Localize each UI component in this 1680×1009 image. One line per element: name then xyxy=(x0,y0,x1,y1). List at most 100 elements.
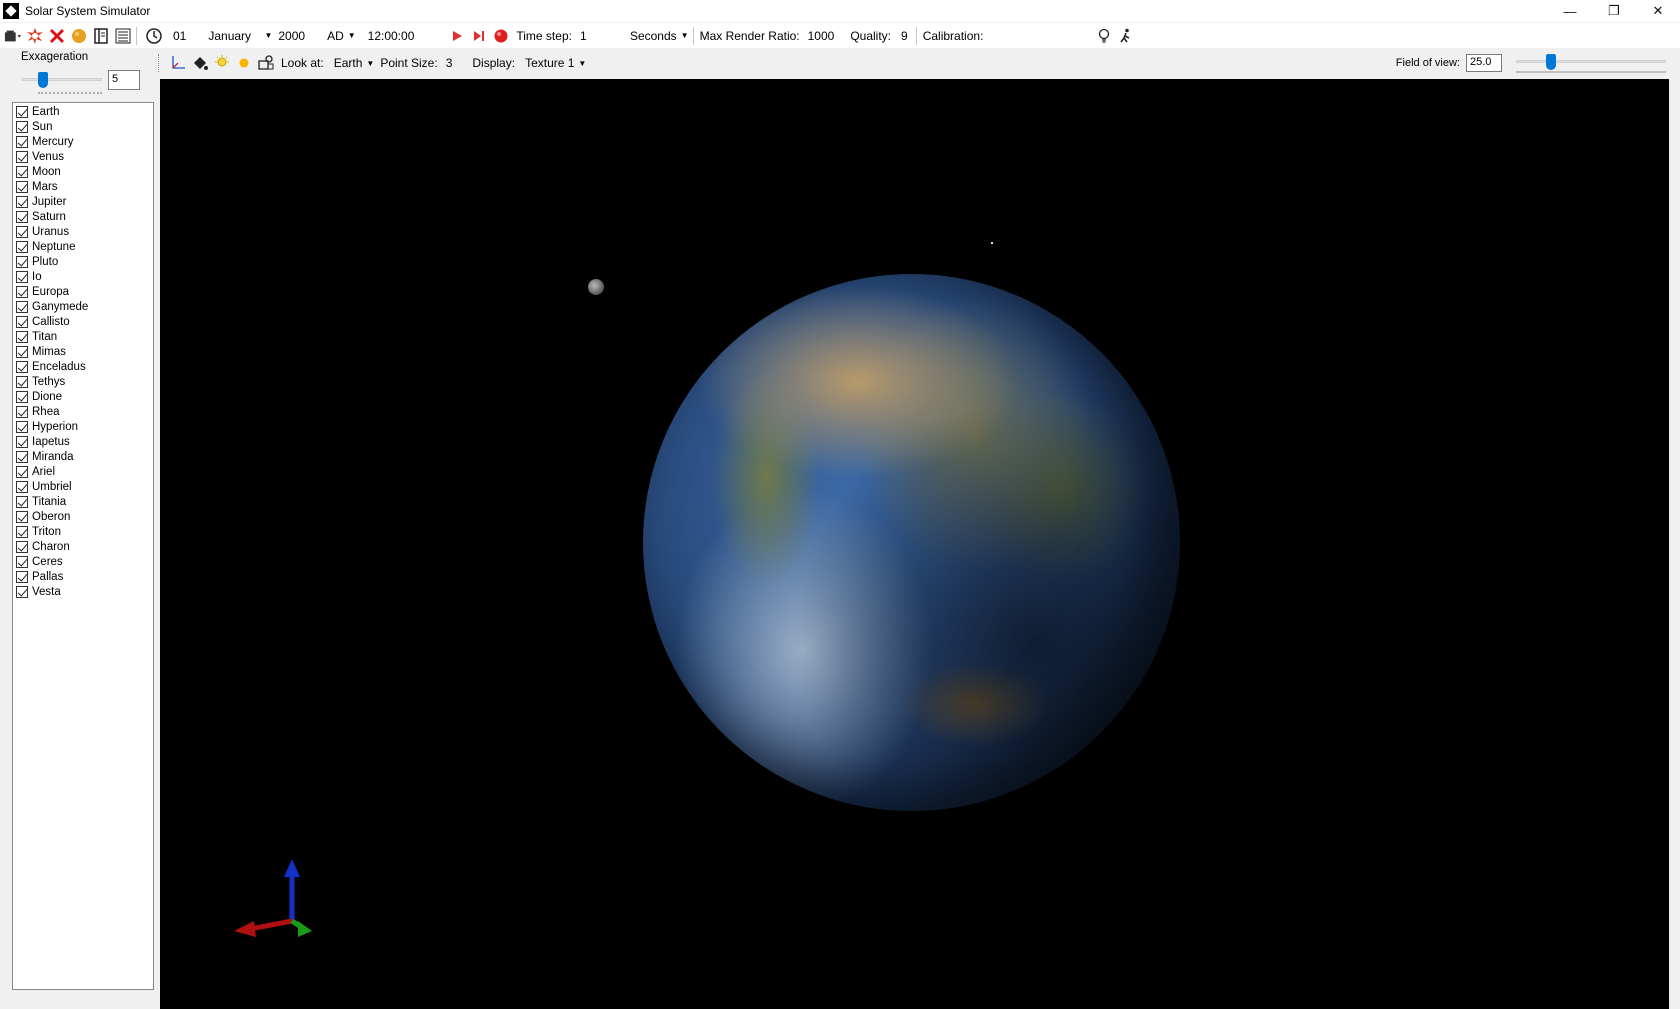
body-checkbox[interactable] xyxy=(16,435,28,448)
slider-thumb[interactable] xyxy=(1546,54,1556,70)
point-size-input[interactable]: 3 xyxy=(446,56,453,70)
light-icon[interactable] xyxy=(213,54,231,72)
minimize-button[interactable]: — xyxy=(1548,0,1592,22)
list-item[interactable]: Pallas xyxy=(13,569,153,584)
list-item[interactable]: Mars xyxy=(13,179,153,194)
3d-viewport[interactable] xyxy=(160,79,1669,1009)
list-item[interactable]: Titan xyxy=(13,329,153,344)
body-checkbox[interactable] xyxy=(16,120,28,133)
play-icon[interactable] xyxy=(448,27,466,45)
list-item[interactable]: Oberon xyxy=(13,509,153,524)
body-checkbox[interactable] xyxy=(16,420,28,433)
body-checkbox[interactable] xyxy=(16,555,28,568)
body-checkbox[interactable] xyxy=(16,300,28,313)
month-dropdown[interactable]: January ▼ xyxy=(208,29,272,43)
body-checkbox[interactable] xyxy=(16,180,28,193)
list-item[interactable]: Neptune xyxy=(13,239,153,254)
body-checkbox[interactable] xyxy=(16,105,28,118)
body-checkbox[interactable] xyxy=(16,225,28,238)
list-item[interactable]: Vesta xyxy=(13,584,153,599)
list-item[interactable]: Jupiter xyxy=(13,194,153,209)
list-item[interactable]: Pluto xyxy=(13,254,153,269)
clock-icon[interactable] xyxy=(145,27,163,45)
list-item[interactable]: Umbriel xyxy=(13,479,153,494)
body-checkbox[interactable] xyxy=(16,495,28,508)
list-item[interactable]: Venus xyxy=(13,149,153,164)
close-window-button[interactable]: ✕ xyxy=(1636,0,1680,22)
camera-target-icon[interactable] xyxy=(257,54,275,72)
display-dropdown[interactable]: Texture 1 ▼ xyxy=(525,56,586,70)
body-checkbox[interactable] xyxy=(16,345,28,358)
list-item[interactable]: Europa xyxy=(13,284,153,299)
body-checkbox[interactable] xyxy=(16,135,28,148)
time-unit-dropdown[interactable]: Seconds ▼ xyxy=(630,29,689,43)
record-icon[interactable] xyxy=(492,27,510,45)
body-checkbox[interactable] xyxy=(16,315,28,328)
body-checkbox[interactable] xyxy=(16,240,28,253)
body-checkbox[interactable] xyxy=(16,360,28,373)
body-checkbox[interactable] xyxy=(16,150,28,163)
body-checkbox[interactable] xyxy=(16,525,28,538)
exaggeration-input[interactable]: 5 xyxy=(108,70,140,90)
toolbar-grip[interactable] xyxy=(158,54,161,72)
open-menu-icon[interactable] xyxy=(4,27,22,45)
walk-icon[interactable] xyxy=(1117,27,1135,45)
list-item[interactable]: Enceladus xyxy=(13,359,153,374)
list-item[interactable]: Ceres xyxy=(13,554,153,569)
list-item[interactable]: Rhea xyxy=(13,404,153,419)
fov-slider[interactable] xyxy=(1516,50,1666,76)
list-item[interactable]: Miranda xyxy=(13,449,153,464)
max-render-ratio-input[interactable]: 1000 xyxy=(808,29,835,43)
sun-icon[interactable] xyxy=(235,54,253,72)
lightbulb-icon[interactable] xyxy=(1095,27,1113,45)
body-checkbox[interactable] xyxy=(16,270,28,283)
moon-sphere[interactable] xyxy=(588,279,604,295)
body-checkbox[interactable] xyxy=(16,480,28,493)
time-step-input[interactable]: 1 xyxy=(580,29,630,43)
list-item[interactable]: Titania xyxy=(13,494,153,509)
list-item[interactable]: Callisto xyxy=(13,314,153,329)
look-at-dropdown[interactable]: Earth ▼ xyxy=(334,56,375,70)
body-checkbox[interactable] xyxy=(16,465,28,478)
list-item[interactable]: Saturn xyxy=(13,209,153,224)
era-dropdown[interactable]: AD ▼ xyxy=(327,29,356,43)
body-checkbox[interactable] xyxy=(16,405,28,418)
time-field[interactable]: 12:00:00 xyxy=(368,29,415,43)
list-item[interactable]: Hyperion xyxy=(13,419,153,434)
list-item[interactable]: Triton xyxy=(13,524,153,539)
list-item[interactable]: Ariel xyxy=(13,464,153,479)
list-item[interactable]: Uranus xyxy=(13,224,153,239)
list-icon[interactable] xyxy=(114,27,132,45)
body-checkbox[interactable] xyxy=(16,285,28,298)
body-checkbox[interactable] xyxy=(16,210,28,223)
earth-globe[interactable] xyxy=(643,274,1180,811)
list-item[interactable]: Iapetus xyxy=(13,434,153,449)
list-item[interactable]: Mercury xyxy=(13,134,153,149)
exaggeration-slider[interactable] xyxy=(22,70,102,96)
body-checkbox[interactable] xyxy=(16,165,28,178)
quality-input[interactable]: 9 xyxy=(901,29,908,43)
body-checkbox[interactable] xyxy=(16,390,28,403)
body-checkbox[interactable] xyxy=(16,255,28,268)
list-item[interactable]: Tethys xyxy=(13,374,153,389)
body-checkbox[interactable] xyxy=(16,570,28,583)
list-item[interactable]: Ganymede xyxy=(13,299,153,314)
day-field[interactable]: 01 xyxy=(173,29,186,43)
restore-button[interactable]: ❐ xyxy=(1592,0,1636,22)
body-checkbox[interactable] xyxy=(16,450,28,463)
body-checkbox[interactable] xyxy=(16,330,28,343)
list-item[interactable]: Dione xyxy=(13,389,153,404)
list-item[interactable]: Earth xyxy=(13,104,153,119)
paint-bucket-icon[interactable] xyxy=(191,54,209,72)
book-icon[interactable] xyxy=(92,27,110,45)
list-item[interactable]: Moon xyxy=(13,164,153,179)
body-checkbox[interactable] xyxy=(16,375,28,388)
body-checkbox[interactable] xyxy=(16,510,28,523)
body-checkbox[interactable] xyxy=(16,195,28,208)
delete-icon[interactable] xyxy=(48,27,66,45)
list-item[interactable]: Io xyxy=(13,269,153,284)
fov-input[interactable]: 25.0 xyxy=(1466,54,1502,72)
list-item[interactable]: Charon xyxy=(13,539,153,554)
body-checkbox[interactable] xyxy=(16,540,28,553)
list-item[interactable]: Mimas xyxy=(13,344,153,359)
